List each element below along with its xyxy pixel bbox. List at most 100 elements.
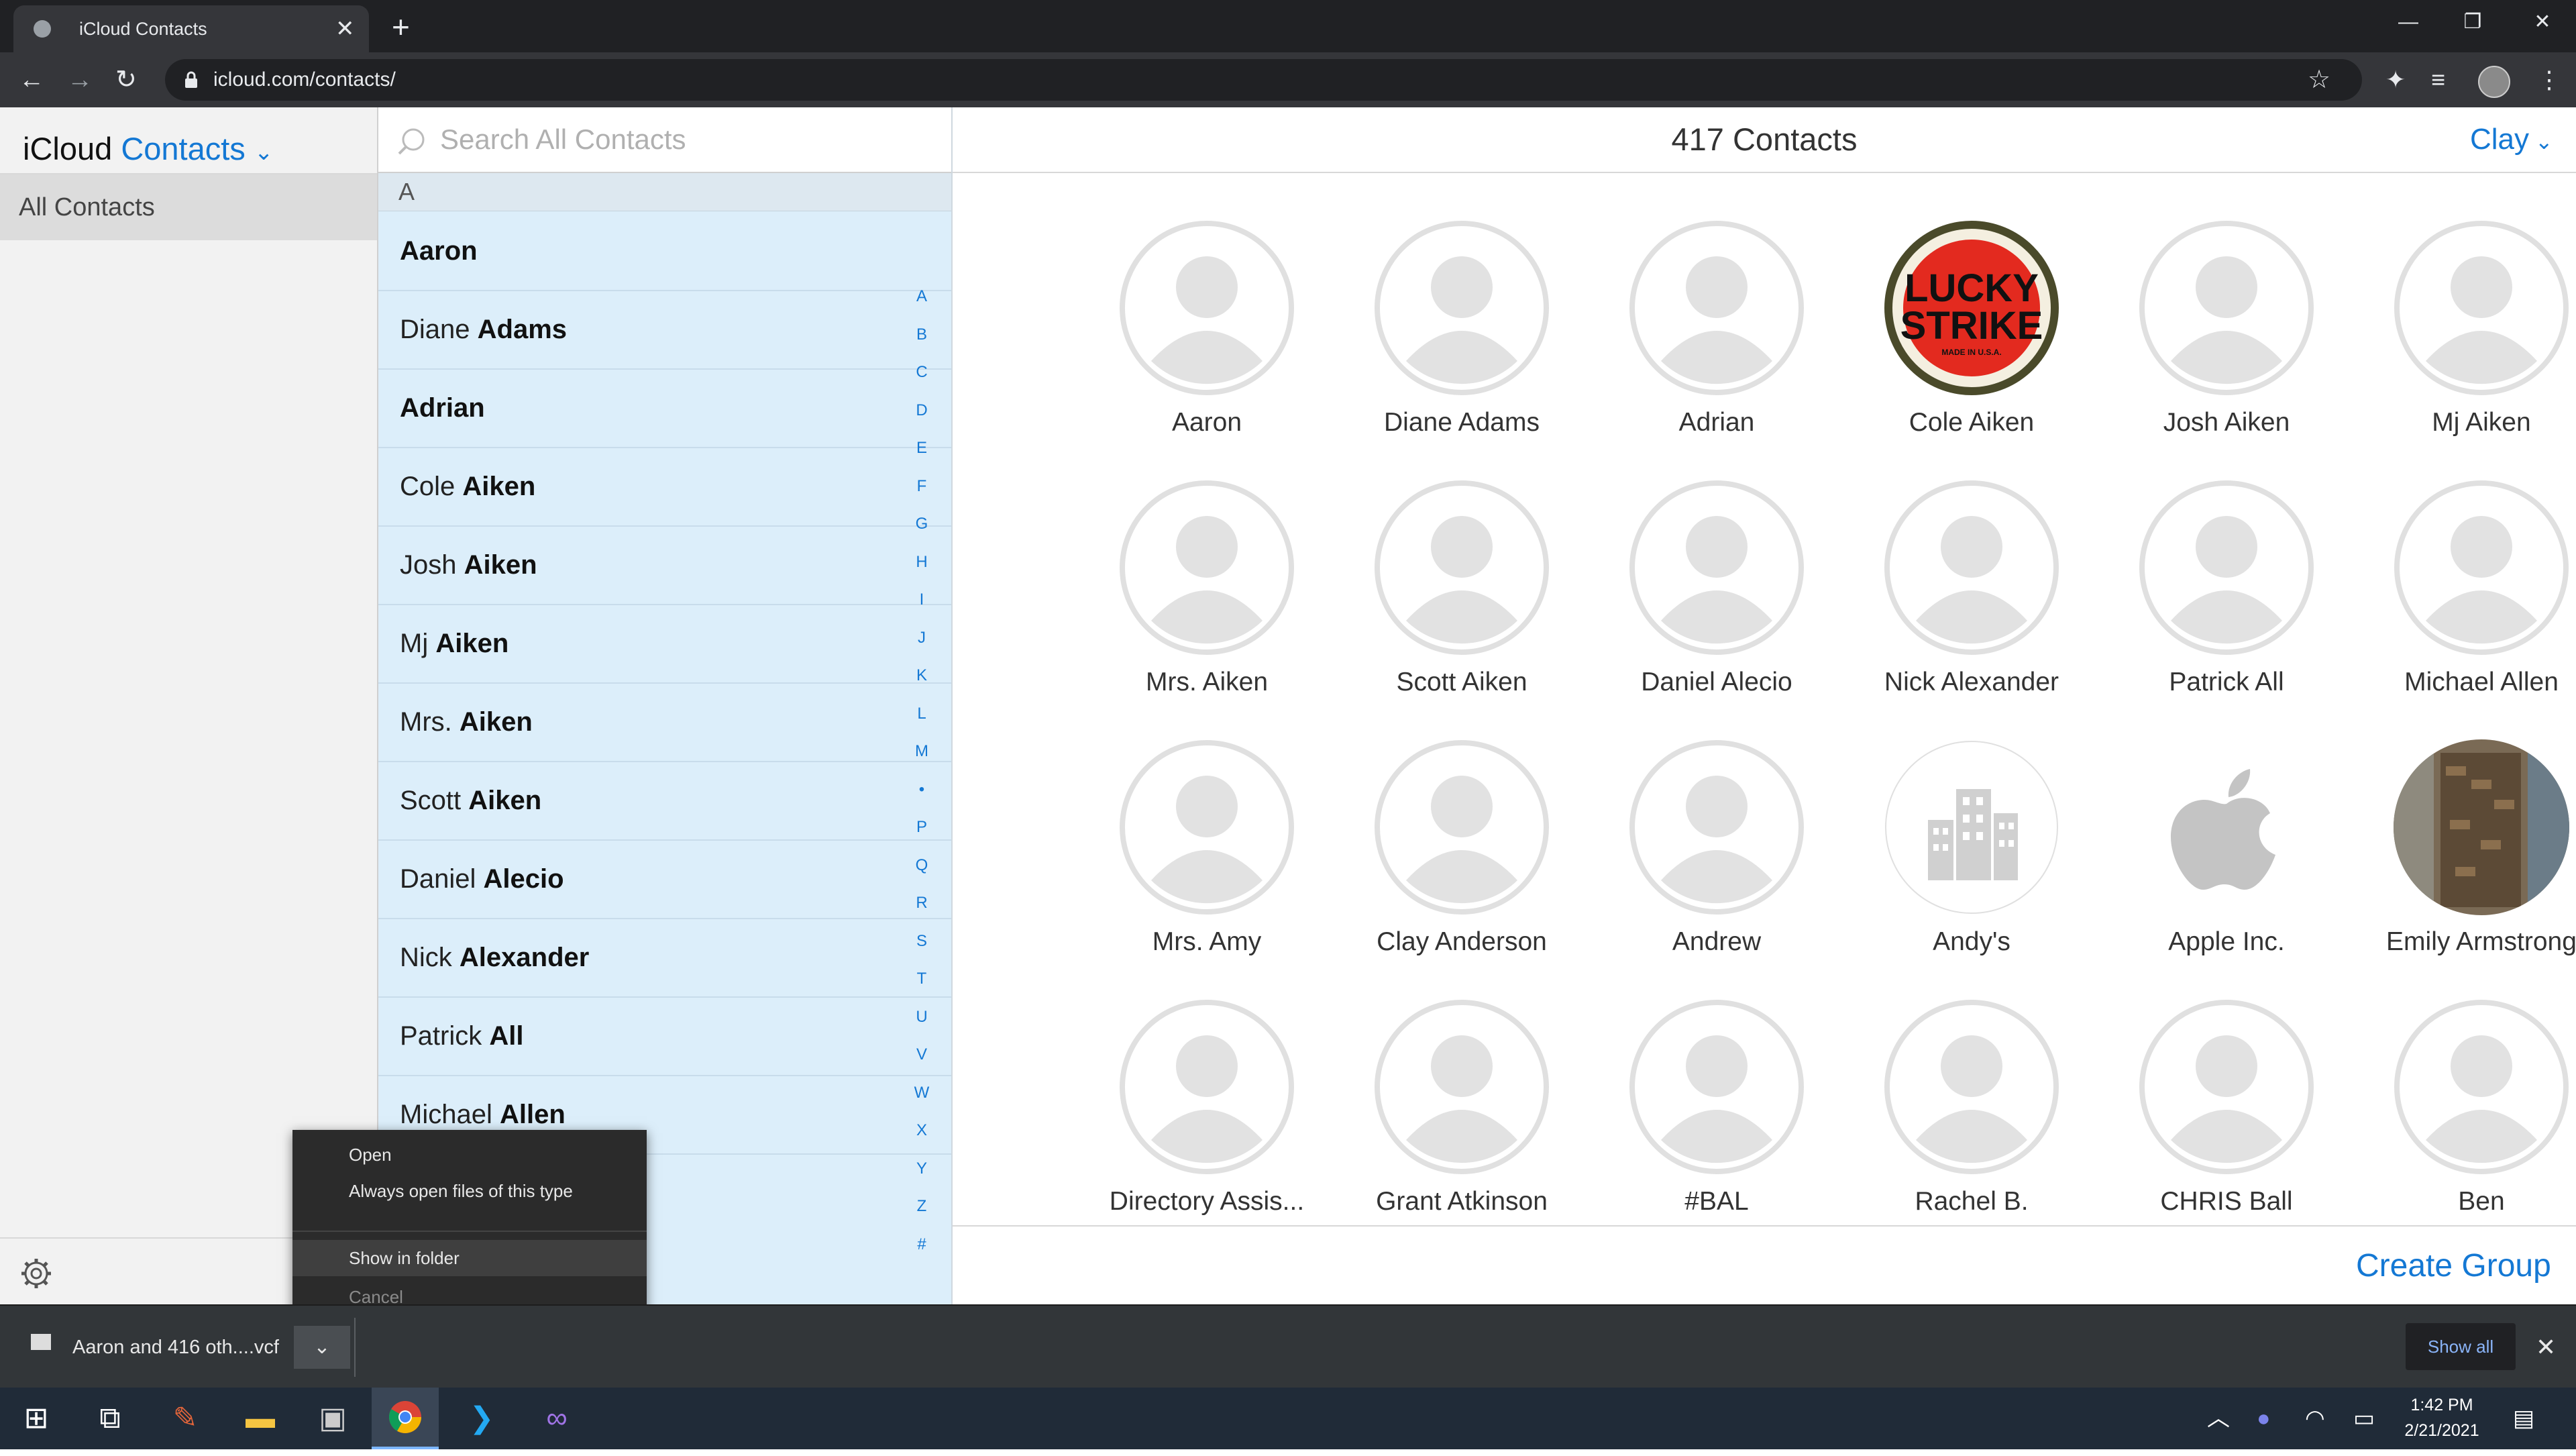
contact-card[interactable]: Aaron [1037,220,1294,468]
contact-card[interactable]: Adrian [1547,220,1804,468]
app-pin-icon[interactable]: ✎ [152,1388,219,1449]
clock-date[interactable]: 2/21/2021 [2394,1421,2490,1441]
contact-list-row[interactable]: Adrian [378,369,951,448]
contact-card[interactable]: Michael Allen [2312,480,2569,728]
download-options-chevron-icon[interactable]: ⌄ [294,1326,350,1369]
windows-start-icon[interactable]: ⊞ [3,1388,70,1449]
contact-card[interactable]: Grant Atkinson [1292,999,1549,1247]
create-group-button[interactable]: Create Group [2356,1227,2551,1306]
index-letter[interactable]: B [908,325,935,344]
menu-kebab-icon[interactable]: ⋮ [2537,52,2561,107]
app-brand[interactable]: iCloud Contacts ⌄ [23,121,273,180]
contact-list-row[interactable]: Mrs. Aiken [378,683,951,762]
contact-card[interactable]: Clay Anderson [1292,739,1549,988]
contact-list-row[interactable]: Patrick All [378,997,951,1076]
contact-card[interactable]: Patrick All [2057,480,2314,728]
index-letter[interactable]: # [908,1235,935,1254]
search-input[interactable] [439,117,924,162]
contact-card[interactable]: #BAL [1547,999,1804,1247]
contact-card[interactable]: Scott Aiken [1292,480,1549,728]
index-letter[interactable]: • [908,780,935,799]
profile-avatar[interactable] [2478,66,2510,98]
index-letter[interactable]: Y [908,1159,935,1178]
contact-card[interactable]: Mrs. Aiken [1037,480,1294,728]
index-letter[interactable]: X [908,1121,935,1140]
index-letter[interactable]: R [908,894,935,913]
index-letter[interactable]: K [908,666,935,685]
vscode-icon[interactable]: ❯ [448,1388,515,1449]
contact-list-row[interactable]: Cole Aiken [378,448,951,527]
contact-list-row[interactable]: Daniel Alecio [378,840,951,919]
contact-list-row[interactable]: Mj Aiken [378,605,951,684]
file-explorer-icon[interactable]: ▬ [227,1388,294,1449]
clock-time[interactable]: 1:42 PM [2402,1396,2482,1415]
index-letter[interactable]: A [908,287,935,306]
contact-card[interactable]: Mrs. Amy [1037,739,1294,988]
index-letter[interactable]: I [908,590,935,609]
contact-list-row[interactable]: Scott Aiken [378,762,951,841]
contact-card[interactable]: Josh Aiken [2057,220,2314,468]
index-letter[interactable]: J [908,629,935,647]
index-letter[interactable]: S [908,932,935,951]
index-letter[interactable]: C [908,363,935,382]
index-letter[interactable]: V [908,1045,935,1064]
index-letter[interactable]: D [908,401,935,420]
menu-item-show-in-folder[interactable]: Show in folder [292,1240,647,1276]
index-letter[interactable]: G [908,515,935,533]
menu-item-always-open[interactable]: Always open files of this type [292,1173,647,1209]
restore-button[interactable]: ❐ [2439,0,2506,44]
terminal-icon[interactable]: ▣ [299,1388,366,1449]
contact-card[interactable]: Nick Alexander [1802,480,2059,728]
window-close-button[interactable]: ✕ [2509,0,2576,44]
menu-item-open[interactable]: Open [292,1137,647,1173]
extensions-puzzle-icon[interactable]: ✦ [2385,52,2406,107]
gear-icon[interactable] [17,1255,55,1292]
contact-card[interactable]: Apple Inc. [2057,739,2312,988]
address-bar[interactable]: icloud.com/contacts/ [165,59,2362,101]
contact-card[interactable]: CHRIS Ball [2057,999,2314,1247]
contact-card[interactable]: Emily Armstrong [2312,739,2576,988]
teams-icon[interactable]: ● [2257,1388,2271,1449]
contact-card[interactable]: Mj Aiken [2312,220,2569,468]
battery-icon[interactable]: ▭ [2353,1388,2375,1449]
wifi-icon[interactable]: ◠ [2305,1388,2325,1449]
index-letter[interactable]: F [908,477,935,496]
index-letter[interactable]: U [908,1008,935,1027]
forward-arrow-icon[interactable]: → [67,52,93,107]
contact-card[interactable]: Ben [2312,999,2569,1247]
show-all-button[interactable]: Show all [2406,1323,2516,1370]
browser-tab[interactable]: iCloud Contacts ✕ [13,5,369,52]
contact-card[interactable]: Daniel Alecio [1547,480,1804,728]
new-tab-button[interactable]: + [392,7,410,47]
contact-list-row[interactable]: Nick Alexander [378,919,951,998]
index-letter[interactable]: H [908,553,935,572]
notifications-icon[interactable]: ▤ [2513,1388,2534,1449]
visual-studio-icon[interactable]: ∞ [523,1388,590,1449]
index-letter[interactable]: E [908,439,935,458]
minimize-button[interactable]: — [2375,0,2442,44]
user-menu[interactable]: Clay ⌄ [2470,107,2553,174]
contact-list-row[interactable]: Josh Aiken [378,526,951,605]
bookmark-star-icon[interactable]: ☆ [2308,52,2330,107]
media-queue-icon[interactable]: ≡ [2431,52,2445,107]
contact-card[interactable]: LUCKY STRIKE MADE IN U.S.A. Cole Aiken [1802,220,2059,468]
reload-icon[interactable]: ↻ [115,52,137,107]
download-file-name[interactable]: Aaron and 416 oth....vcf [72,1306,279,1389]
tab-close-icon[interactable]: ✕ [335,5,355,52]
index-letter[interactable]: W [908,1084,935,1102]
index-letter[interactable]: T [908,970,935,988]
contact-card[interactable]: Directory Assis... [1037,999,1304,1247]
contact-card[interactable]: Andy's [1802,739,2058,988]
index-letter[interactable]: Z [908,1197,935,1216]
index-letter[interactable]: L [908,705,935,723]
contact-card[interactable]: Andrew [1547,739,1804,988]
group-all-contacts[interactable]: All Contacts [0,174,377,240]
index-letter[interactable]: P [908,818,935,837]
index-letter[interactable]: Q [908,856,935,875]
contact-list-row[interactable]: Aaron [378,212,951,291]
index-letter[interactable]: M [908,742,935,761]
contact-card[interactable]: Rachel B. [1802,999,2059,1247]
chrome-taskbar-icon[interactable] [372,1388,439,1449]
task-view-icon[interactable]: ⧉ [76,1388,144,1449]
tray-chevron-up-icon[interactable]: ︿ [2207,1388,2230,1449]
